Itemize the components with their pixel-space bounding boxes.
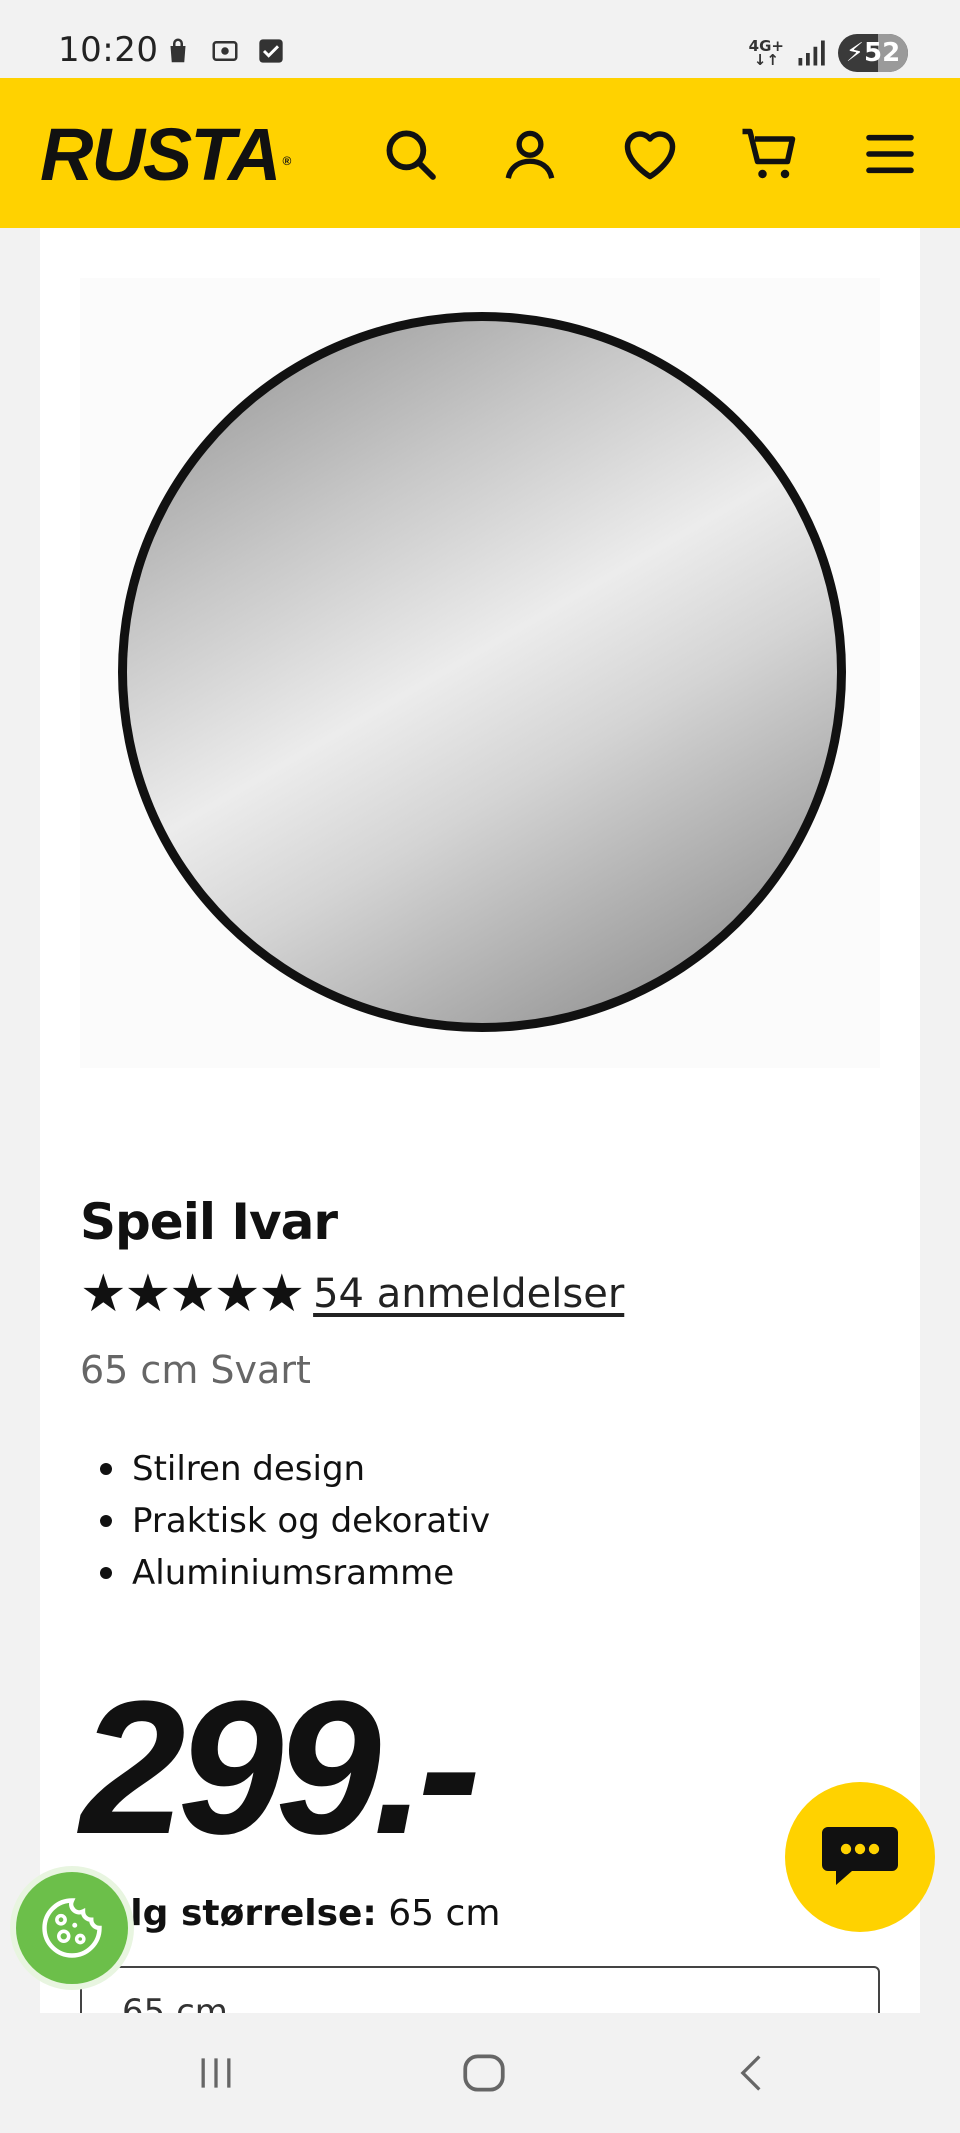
product-title: Speil Ivar	[80, 1193, 338, 1251]
back-icon[interactable]	[722, 2043, 782, 2103]
size-label: Velg størrelse: 65 cm	[80, 1893, 501, 1934]
status-system-icons: 4G+ ↓↑ ⚡ 52	[749, 34, 908, 72]
product-image[interactable]	[80, 278, 880, 1068]
system-nav-bar	[0, 2013, 960, 2133]
shopping-bag-icon	[170, 38, 186, 63]
reviews-link[interactable]: 54 anmeldelser	[313, 1271, 624, 1317]
menu-icon[interactable]	[858, 122, 922, 186]
chat-button[interactable]	[785, 1782, 935, 1932]
product-card: Speil Ivar ★★★★★ 54 anmeldelser 65 cm Sv…	[40, 228, 920, 2013]
screenshot-icon	[212, 41, 238, 61]
recent-apps-icon[interactable]	[186, 2043, 246, 2103]
rating-stars: ★★★★★	[80, 1264, 305, 1324]
status-time: 10:20	[58, 30, 159, 70]
feature-list: Stilren design Praktisk og dekorativ Alu…	[80, 1443, 490, 1599]
battery-indicator: ⚡ 52	[838, 34, 908, 72]
size-select[interactable]: 65 cm	[80, 1966, 880, 2013]
status-bar: 10:20 4G+ ↓↑ ⚡ 52	[0, 0, 960, 78]
account-icon[interactable]	[498, 122, 562, 186]
signal-icon	[798, 40, 825, 66]
feature-item: Aluminiumsramme	[80, 1547, 490, 1599]
feature-item: Praktisk og dekorativ	[80, 1495, 490, 1547]
cookie-settings-button[interactable]	[10, 1866, 134, 1990]
rusta-logo[interactable]: RUSTA ®	[40, 118, 291, 192]
checkbox-icon	[259, 39, 283, 63]
product-rating: ★★★★★ 54 anmeldelser	[80, 1268, 624, 1320]
status-notification-icons	[163, 36, 285, 66]
feature-item: Stilren design	[80, 1443, 490, 1495]
site-header: RUSTA ®	[0, 78, 960, 228]
product-price: 299.-	[80, 1662, 481, 1874]
product-variant: 65 cm Svart	[80, 1348, 311, 1392]
network-indicator: 4G+ ↓↑	[748, 37, 784, 69]
cookie-icon	[42, 1898, 102, 1958]
mirror-image	[118, 312, 846, 1032]
wishlist-icon[interactable]	[618, 122, 682, 186]
home-icon[interactable]	[454, 2043, 514, 2103]
cart-icon[interactable]	[738, 122, 802, 186]
search-icon[interactable]	[378, 122, 442, 186]
chat-icon	[822, 1827, 898, 1885]
